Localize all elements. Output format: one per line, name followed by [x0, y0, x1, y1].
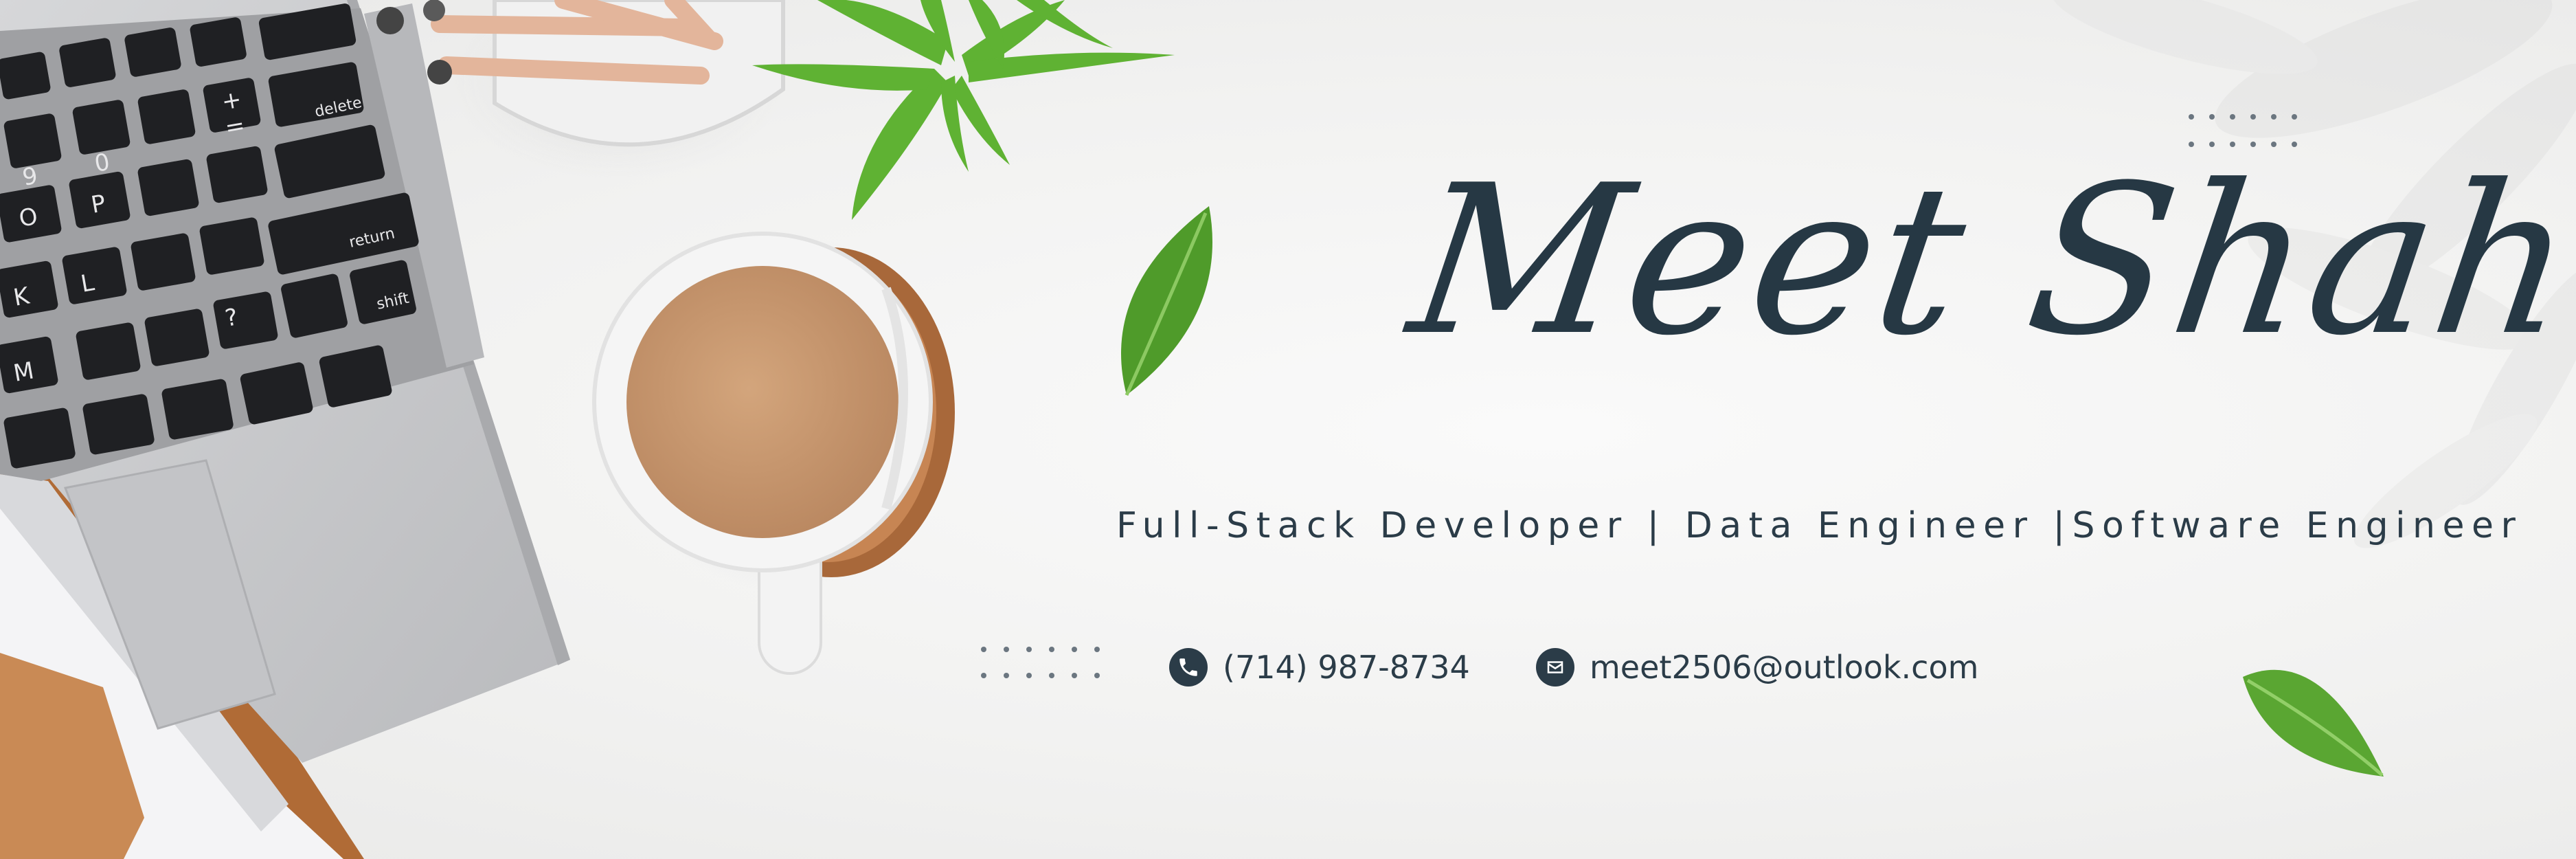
- leaf-left: [1121, 206, 1212, 397]
- plant: [752, 0, 1175, 220]
- dot-grid-bottom: [981, 647, 1100, 678]
- coffee-cup: [592, 232, 955, 675]
- desk-scene: 9 0 O P K L M ? delete return shift + =: [0, 0, 2576, 859]
- envelope-icon: [1536, 648, 1574, 687]
- phone-contact[interactable]: (714) 987-8734: [1169, 646, 1470, 689]
- phone-icon: [1169, 648, 1208, 687]
- name-signature: Meet Shah: [1398, 141, 2576, 381]
- email-address: meet2506@outlook.com: [1590, 649, 1979, 686]
- banner: 9 0 O P K L M ? delete return shift + =: [0, 0, 2576, 859]
- phone-number: (714) 987-8734: [1223, 649, 1470, 686]
- leaf-right: [2243, 669, 2384, 777]
- tagline: Full-Stack Developer | Data Engineer |So…: [1116, 505, 2523, 546]
- email-contact[interactable]: meet2506@outlook.com: [1536, 646, 1978, 689]
